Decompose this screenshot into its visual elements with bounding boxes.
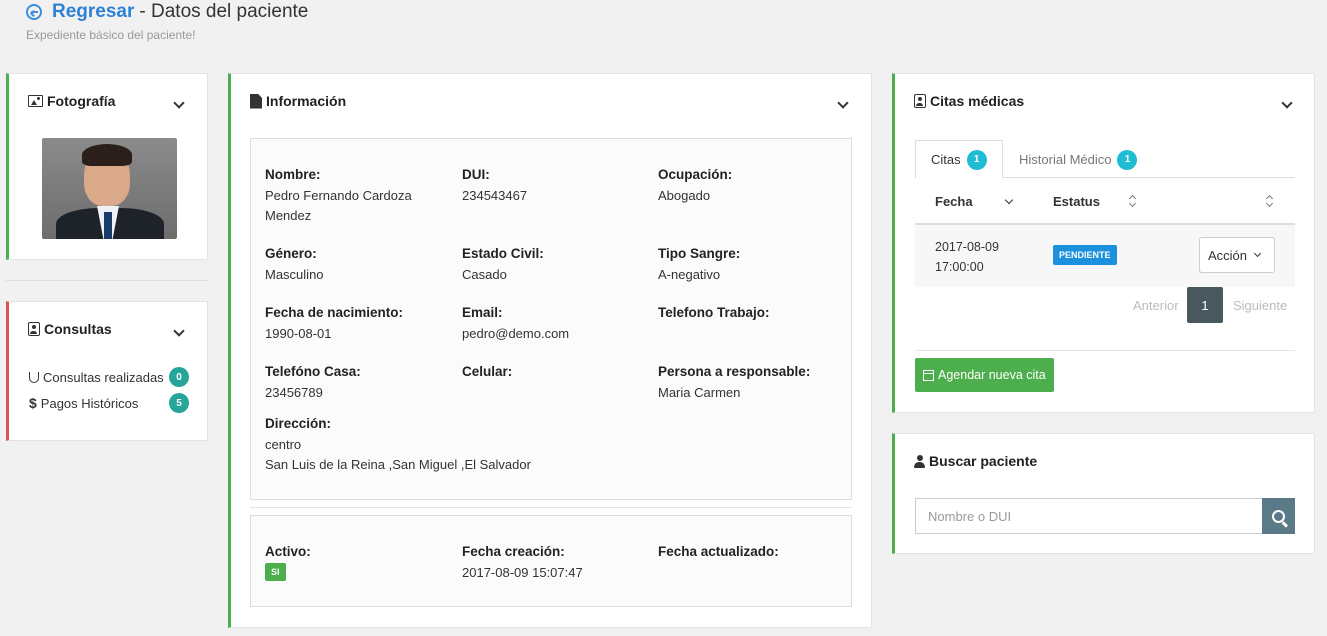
field-celular: Celular: <box>462 364 513 379</box>
pagination-prev[interactable]: Anterior <box>1133 298 1179 313</box>
active-badge: SI <box>265 563 286 581</box>
id-card-icon <box>28 322 40 336</box>
citas-divider <box>915 350 1295 351</box>
page-header: Regresar - Datos del paciente Expediente… <box>26 0 308 42</box>
calendar-icon <box>923 369 934 381</box>
pagination-current[interactable]: 1 <box>1187 287 1223 323</box>
chevron-down-icon <box>1253 249 1262 257</box>
field-telefono-trabajo: Telefono Trabajo: <box>658 305 770 320</box>
field-direccion: Dirección: centro San Luis de la Reina ,S… <box>265 416 531 472</box>
pagos-historicos-item[interactable]: $ Pagos Históricos 5 <box>29 393 189 413</box>
field-fecha-creacion: Fecha creación: 2017-08-09 15:07:47 <box>462 544 583 580</box>
user-icon <box>914 454 925 468</box>
citas-panel: Citas médicas Citas 1 Historial Médico 1… <box>892 73 1315 413</box>
citas-tabs: Citas 1 Historial Médico 1 <box>915 140 1295 179</box>
field-responsable: Persona a responsable: Maria Carmen <box>658 364 811 400</box>
sidebar-divider <box>6 280 208 281</box>
search-icon <box>1272 509 1285 523</box>
photo-panel-title: Fotografía <box>28 93 115 109</box>
chevron-down-icon[interactable] <box>1281 97 1293 109</box>
count-badge: 1 <box>1117 149 1138 170</box>
count-badge: 1 <box>966 149 987 170</box>
consultas-panel-title: Consultas <box>28 321 112 337</box>
tab-historial-medico[interactable]: Historial Médico 1 <box>1019 140 1138 179</box>
field-activo: Activo: SI <box>265 544 450 581</box>
pagination-next[interactable]: Siguiente <box>1233 298 1287 313</box>
sort-icon[interactable] <box>1266 195 1274 207</box>
page-title: - Datos del paciente <box>139 1 309 22</box>
consultas-panel: Consultas Consultas realizadas 0 $ Pagos… <box>6 301 208 441</box>
field-nombre: Nombre: Pedro Fernando Cardoza Mendez <box>265 167 412 223</box>
field-estado-civil: Estado Civil: Casado <box>462 246 544 282</box>
count-badge: 5 <box>169 393 189 413</box>
search-input[interactable] <box>915 498 1263 534</box>
info-panel-title: Información <box>250 93 346 109</box>
field-telefono-casa: Telefóno Casa: 23456789 <box>265 364 361 400</box>
search-panel: Buscar paciente <box>892 433 1315 554</box>
id-card-icon <box>914 94 926 108</box>
search-button[interactable] <box>1262 498 1295 534</box>
field-fecha-nacimiento: Fecha de nacimiento: 1990-08-01 <box>265 305 404 341</box>
field-ocupacion: Ocupación: Abogado <box>658 167 733 203</box>
sort-desc-icon[interactable] <box>1004 195 1014 205</box>
page-subtitle: Expediente básico del paciente! <box>26 28 196 42</box>
info-panel: Información Nombre: Pedro Fernando Cardo… <box>228 73 872 628</box>
status-badge: PENDIENTE <box>1053 245 1117 265</box>
file-icon <box>250 93 262 109</box>
column-header-fecha[interactable]: Fecha <box>935 194 973 209</box>
back-arrow-icon[interactable] <box>26 4 42 20</box>
search-panel-title: Buscar paciente <box>914 453 1037 469</box>
column-header-estatus[interactable]: Estatus <box>1053 194 1100 209</box>
field-genero: Género: Masculino <box>265 246 324 282</box>
sort-icon[interactable] <box>1129 195 1137 207</box>
chevron-down-icon[interactable] <box>173 97 185 109</box>
chevron-down-icon[interactable] <box>173 325 185 337</box>
chevron-down-icon[interactable] <box>837 97 849 109</box>
field-fecha-actualizado: Fecha actualizado: <box>658 544 779 559</box>
dollar-icon: $ <box>29 395 37 411</box>
field-tipo-sangre: Tipo Sangre: A-negativo <box>658 246 741 282</box>
field-dui: DUI: 234543467 <box>462 167 528 203</box>
count-badge: 0 <box>169 367 189 387</box>
back-link[interactable]: Regresar <box>52 1 134 23</box>
stethoscope-icon <box>29 371 39 383</box>
image-icon <box>28 95 43 107</box>
consultas-realizadas-item[interactable]: Consultas realizadas 0 <box>29 367 189 387</box>
info-divider <box>250 507 852 508</box>
tab-citas[interactable]: Citas 1 <box>915 140 1003 179</box>
patient-info-box: Nombre: Pedro Fernando Cardoza Mendez DUI… <box>250 138 852 500</box>
photo-panel: Fotografía <box>6 73 208 260</box>
record-meta-box: Activo: SI Fecha creación: 2017-08-09 15… <box>250 515 852 607</box>
patient-photo <box>42 138 177 239</box>
cita-datetime: 2017-08-09 17:00:00 <box>935 240 999 274</box>
citas-panel-title: Citas médicas <box>914 93 1024 109</box>
action-dropdown[interactable]: Acción <box>1199 237 1275 273</box>
agendar-cita-button[interactable]: Agendar nueva cita <box>915 358 1054 392</box>
field-email: Email: pedro@demo.com <box>462 305 570 341</box>
